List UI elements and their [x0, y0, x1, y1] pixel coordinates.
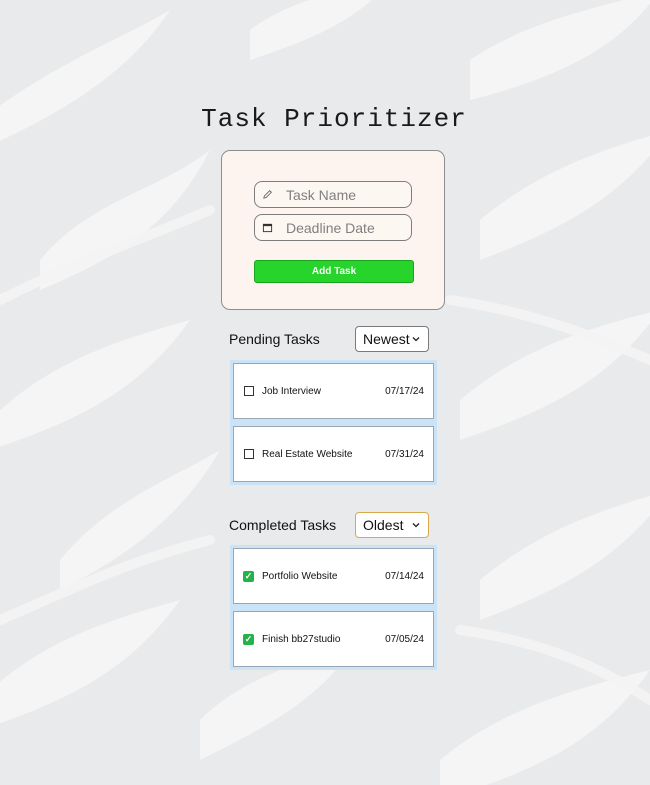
- completed-task-list: ✓ Portfolio Website 07/14/24 ✓ Finish bb…: [230, 545, 437, 670]
- checkmark-icon[interactable]: ✓: [243, 570, 254, 582]
- task-date: 07/17/24: [385, 385, 424, 397]
- task-name: Finish bb27studio: [262, 633, 341, 645]
- task-name: Job Interview: [262, 385, 321, 397]
- pending-tasks-heading: Pending Tasks: [229, 331, 320, 347]
- page-title: Task Prioritizer: [201, 104, 467, 134]
- completed-sort-select[interactable]: Oldest: [355, 512, 429, 538]
- deadline-date-input[interactable]: Deadline Date: [254, 214, 412, 241]
- add-task-button[interactable]: Add Task: [254, 260, 414, 283]
- list-item[interactable]: ✓ Portfolio Website 07/14/24: [233, 548, 434, 604]
- pending-sort-select[interactable]: Newest: [355, 326, 429, 352]
- chevron-down-icon: [412, 523, 420, 528]
- pending-task-list: Job Interview 07/17/24 Real Estate Websi…: [230, 360, 437, 485]
- completed-tasks-heading: Completed Tasks: [229, 517, 337, 533]
- task-date: 07/31/24: [385, 448, 424, 460]
- calendar-icon: [262, 222, 276, 233]
- task-name-placeholder: Task Name: [286, 186, 357, 203]
- task-date: 07/14/24: [385, 570, 424, 582]
- completed-sort-value: Oldest: [363, 517, 404, 533]
- deadline-date-placeholder: Deadline Date: [286, 219, 375, 236]
- task-checkbox[interactable]: [244, 449, 254, 459]
- checkmark-icon[interactable]: ✓: [243, 633, 254, 645]
- list-item[interactable]: ✓ Finish bb27studio 07/05/24: [233, 611, 434, 667]
- list-item[interactable]: Job Interview 07/17/24: [233, 363, 434, 419]
- add-task-form: Task Name Deadline Date Add Task: [221, 150, 445, 310]
- pencil-icon: [262, 189, 276, 200]
- chevron-down-icon: [412, 337, 420, 342]
- list-item[interactable]: Real Estate Website 07/31/24: [233, 426, 434, 482]
- task-name: Portfolio Website: [262, 570, 338, 582]
- task-name: Real Estate Website: [262, 448, 353, 460]
- task-date: 07/05/24: [385, 633, 424, 645]
- task-checkbox[interactable]: [244, 386, 254, 396]
- pending-sort-value: Newest: [363, 331, 410, 347]
- task-name-input[interactable]: Task Name: [254, 181, 412, 208]
